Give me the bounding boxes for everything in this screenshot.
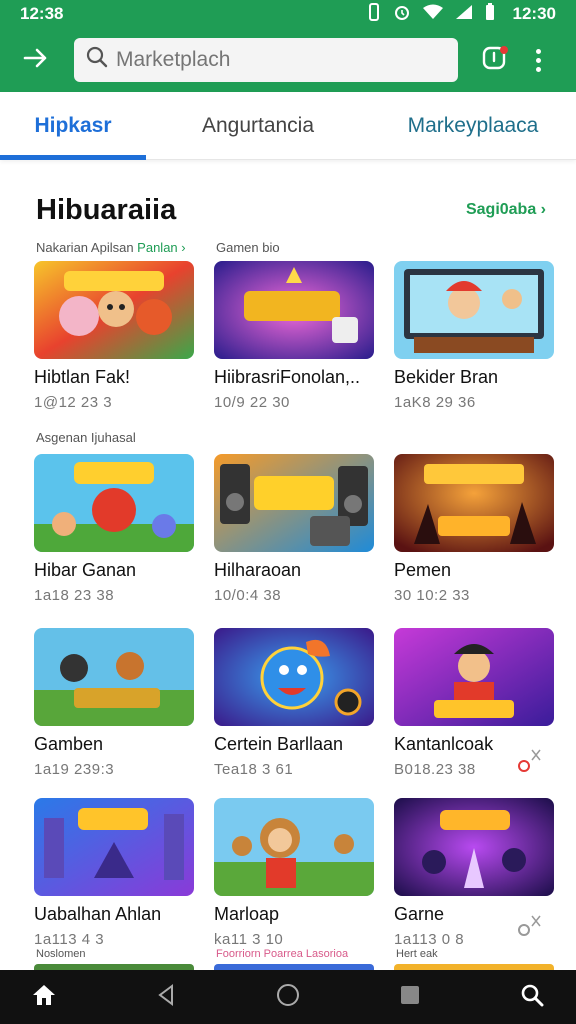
game-thumbnail [394, 798, 554, 896]
back-triangle-icon [156, 983, 176, 1011]
peek-label: Foorriorn Poarrea Lasorioa [216, 948, 349, 960]
row-label-link[interactable]: Panlan › [137, 240, 185, 255]
see-all-link[interactable]: Sagi0aba › [466, 201, 546, 219]
game-thumbnail [214, 261, 374, 359]
nav-home-button[interactable] [272, 981, 304, 1013]
status-icons: 12:30 [367, 2, 556, 26]
game-thumbnail [394, 261, 554, 359]
signal-icon [455, 4, 473, 25]
notification-dot [500, 46, 508, 54]
vibrate-icon [367, 2, 381, 26]
game-card[interactable]: Hibtlan Fak! 1@12 23 3 [34, 261, 194, 411]
row-label-text: Nakarian Apilsan [36, 240, 138, 255]
wifi-icon [422, 4, 443, 25]
home-circle-icon [276, 983, 300, 1012]
badge-icon [516, 748, 544, 775]
game-thumbnail [214, 798, 374, 896]
nav-search-button[interactable] [516, 981, 548, 1013]
battery-icon [485, 2, 495, 26]
section-header: Hibuaraiia Sagi0aba › [36, 192, 546, 228]
peek-label: Hert eak [396, 948, 438, 960]
game-card[interactable]: Hibar Ganan 1a18 23 38 [34, 454, 194, 604]
alarm-icon [393, 3, 411, 26]
game-meta: 30 10:2 33 [394, 587, 470, 604]
section-title: Hibuaraiia [36, 193, 177, 226]
game-meta: 10/9 22 30 [214, 394, 290, 411]
more-vert-icon [535, 48, 541, 54]
game-thumbnail [34, 261, 194, 359]
badge-icon [516, 914, 544, 941]
game-card[interactable]: Gamben 1a19 239:3 [34, 628, 194, 778]
game-title: Marloap [214, 904, 280, 924]
game-title: Hibtlan Fak! [34, 367, 131, 387]
notification-button[interactable] [476, 42, 512, 78]
game-card[interactable]: HiibrasriFonolan,.. 10/9 22 30 [214, 261, 374, 411]
game-card[interactable]: Pemen 30 10:2 33 [394, 454, 554, 604]
search-input[interactable] [116, 48, 436, 72]
game-card[interactable]: Uabalhan Ahlan 1a113 4 3 [34, 798, 194, 948]
search-icon [86, 46, 116, 74]
game-title: Gamben [34, 734, 104, 754]
more-dot [535, 57, 541, 63]
tab-bar: Hipkasr Angurtancia Markeyplaaca [0, 92, 576, 160]
status-time-left: 12:38 [20, 4, 64, 23]
game-thumbnail [34, 454, 194, 552]
game-thumbnail [214, 454, 374, 552]
home-icon [31, 983, 57, 1012]
game-meta: 1a113 4 3 [34, 931, 105, 948]
game-title: Hibar Ganan [34, 560, 137, 580]
game-thumbnail [394, 628, 554, 726]
game-thumbnail [34, 798, 194, 896]
game-card[interactable]: Hilharaoan 10/0:4 38 [214, 454, 374, 604]
status-time-right: 12:30 [512, 4, 556, 23]
search-bar[interactable] [74, 38, 458, 82]
game-title: Pemen [394, 560, 452, 580]
peek-label: Noslomen [36, 948, 86, 960]
game-meta: 1a19 239:3 [34, 761, 115, 778]
search-icon [520, 983, 544, 1012]
app-bar [0, 28, 576, 92]
game-thumbnail [34, 628, 194, 726]
game-meta: 10/0:4 38 [214, 587, 282, 604]
status-bar: 12:38 12:30 [0, 0, 576, 28]
content-panel: Hibuaraiia Sagi0aba › Nakarian Apilsan P… [10, 166, 566, 970]
tab-markeyplaaca[interactable]: Markeyplaaca [370, 92, 576, 160]
game-meta: ka11 3 10 [214, 931, 284, 948]
home-button[interactable] [28, 981, 60, 1013]
game-meta: 1aK8 29 36 [394, 394, 476, 411]
game-card[interactable]: Bekider Bran 1aK8 29 36 [394, 261, 554, 411]
recents-square-icon [399, 984, 421, 1011]
nav-back-button[interactable] [150, 981, 182, 1013]
game-card[interactable]: Marloap ka11 3 10 [214, 798, 374, 948]
game-meta: Tea18 3 61 [214, 761, 294, 778]
game-meta: 1@12 23 3 [34, 394, 113, 411]
more-dot [535, 66, 541, 72]
back-button[interactable] [14, 38, 58, 82]
arrow-right-icon [23, 44, 49, 76]
game-title: Hilharaoan [214, 560, 302, 580]
tab-angurtancia[interactable]: Angurtancia [146, 92, 370, 160]
game-meta: 1a18 23 38 [34, 587, 115, 604]
row-label: Nakarian Apilsan Panlan › [36, 240, 186, 255]
game-card[interactable]: Certein Barllaan Tea18 3 61 [214, 628, 374, 778]
nav-recents-button[interactable] [394, 981, 426, 1013]
tab-hipkasr[interactable]: Hipkasr [0, 92, 146, 160]
more-options-button[interactable] [526, 42, 550, 78]
game-title: Uabalhan Ahlan [34, 904, 162, 924]
game-title: HiibrasriFonolan,.. [214, 367, 361, 387]
navigation-bar [0, 970, 576, 1024]
row-side-label: Gamen bio [216, 240, 280, 255]
game-thumbnail [394, 454, 554, 552]
game-title: Bekider Bran [394, 367, 499, 387]
game-thumbnail [214, 628, 374, 726]
game-title: Certein Barllaan [214, 734, 344, 754]
row-label: Asgenan Ijuhasal [36, 430, 136, 445]
